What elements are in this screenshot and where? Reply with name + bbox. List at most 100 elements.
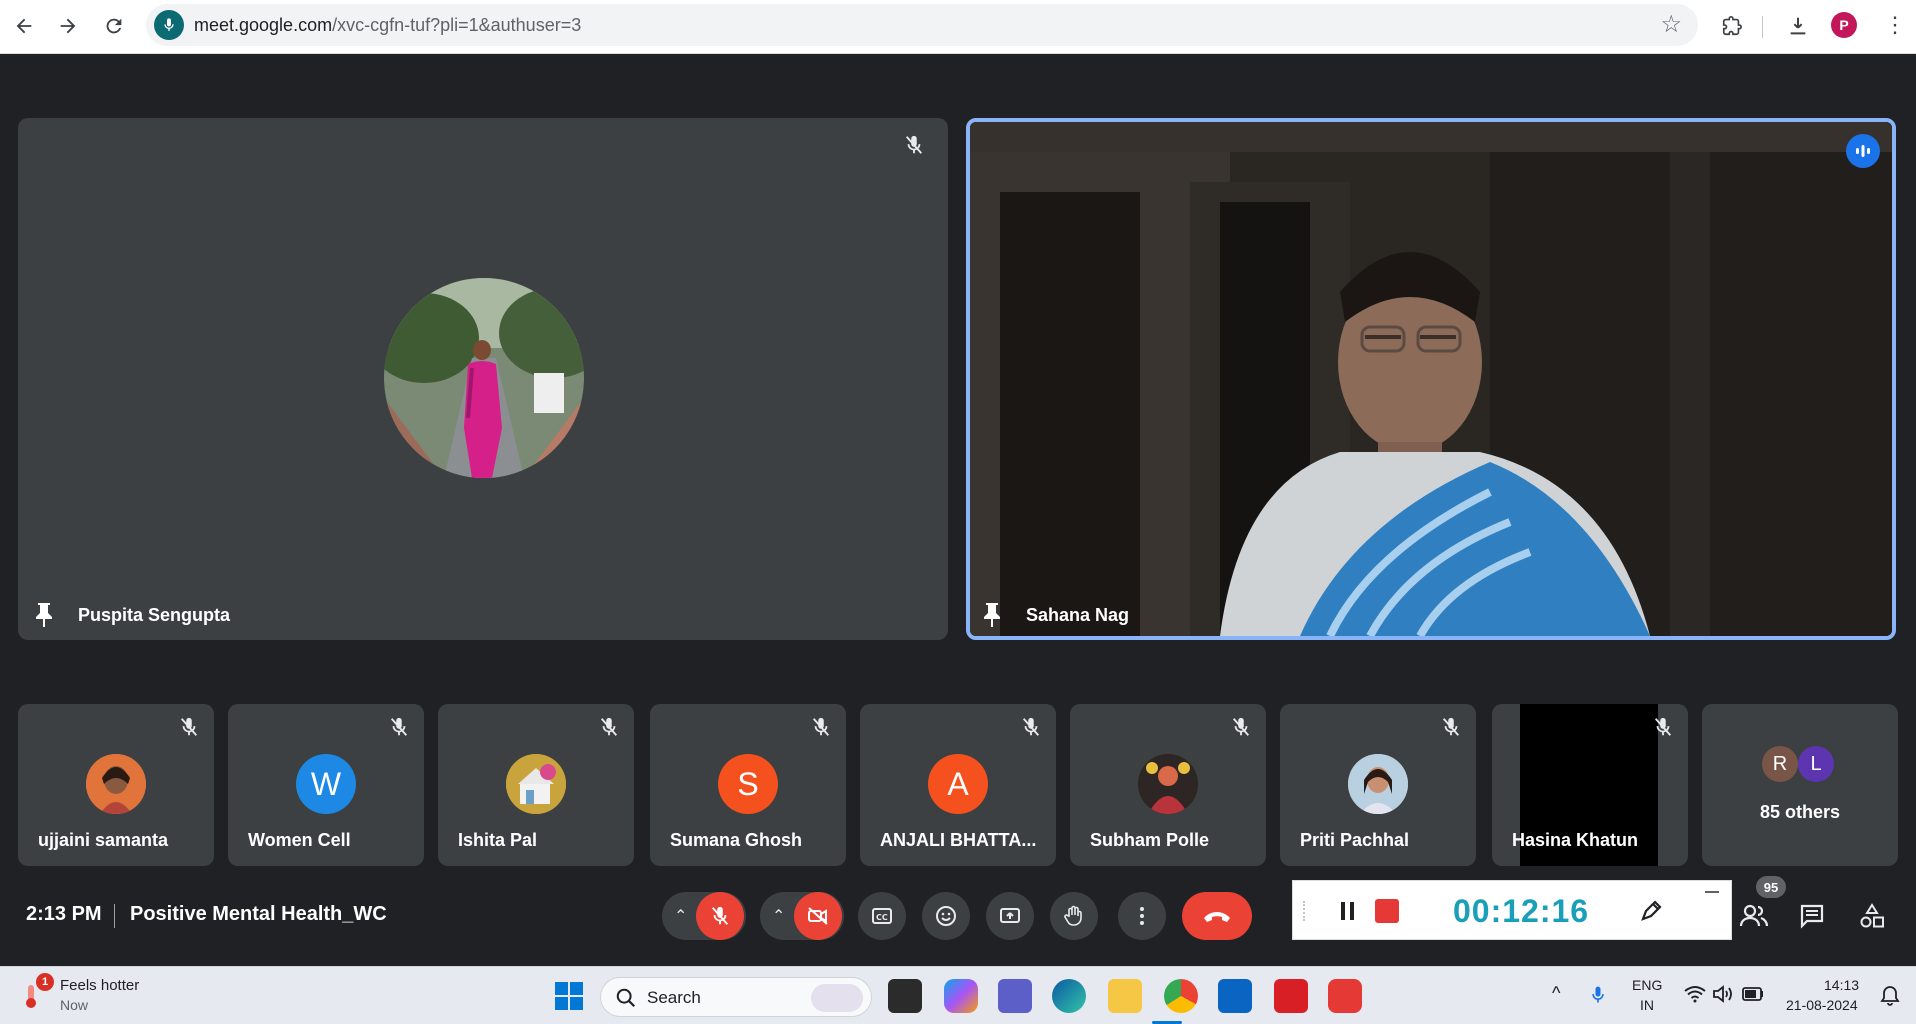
browser-toolbar: meet.google.com/xvc-cgfn-tuf?pli=1&authu…	[0, 0, 1916, 54]
participant-tile[interactable]: Subham Polle	[1070, 704, 1266, 866]
search-highlight-icon	[811, 984, 863, 1012]
recording-timer: 00:12:16	[1453, 893, 1590, 929]
svg-text:CC: CC	[876, 913, 888, 922]
participant-video	[970, 122, 1892, 636]
present-screen-button[interactable]	[986, 892, 1034, 940]
chrome-icon[interactable]	[1164, 979, 1198, 1013]
taskbar-search-box[interactable]: Search	[600, 977, 872, 1017]
taskbar-clock-time[interactable]: 14:13	[1824, 977, 1859, 993]
minimize-icon[interactable]	[1705, 891, 1719, 893]
pin-icon[interactable]	[982, 602, 1002, 628]
participant-name: ANJALI BHATTA...	[880, 830, 1037, 850]
reload-icon[interactable]	[96, 8, 132, 44]
copilot-icon[interactable]	[944, 979, 978, 1013]
chat-icon[interactable]	[1794, 898, 1830, 934]
language-indicator-top[interactable]: ENG	[1632, 977, 1662, 993]
participant-initial-avatar: S	[718, 754, 778, 814]
microphone-tray-icon[interactable]	[1588, 983, 1608, 1012]
participant-name: Hasina Khatun	[1512, 830, 1639, 850]
participant-avatar	[1138, 754, 1198, 814]
browser-menu-icon[interactable]: ⋮	[1884, 12, 1906, 38]
pen-tool-icon[interactable]	[1637, 897, 1665, 930]
muted-mic-icon	[178, 716, 200, 743]
raise-hand-button[interactable]	[1050, 892, 1098, 940]
chevron-up-tray-icon[interactable]: ^	[1552, 983, 1560, 1004]
participant-tile[interactable]: Hasina Khatun	[1492, 704, 1688, 866]
muted-mic-icon	[1440, 716, 1462, 743]
participant-name: Priti Pachhal	[1300, 830, 1410, 850]
profile-avatar[interactable]: P	[1831, 12, 1857, 38]
participant-tile[interactable]: S Sumana Ghosh	[650, 704, 846, 866]
file-explorer-icon[interactable]	[1108, 979, 1142, 1013]
microphone-site-icon[interactable]	[154, 10, 184, 40]
participant-name: Women Cell	[248, 830, 351, 850]
back-icon[interactable]	[6, 8, 42, 44]
more-options-button[interactable]	[1118, 892, 1166, 940]
participant-name: Sahana Nag	[1026, 605, 1130, 625]
wifi-icon[interactable]	[1684, 985, 1706, 1008]
participant-tile[interactable]: Priti Pachhal	[1280, 704, 1476, 866]
muted-mic-icon	[388, 716, 410, 743]
speaking-indicator-icon	[1846, 134, 1880, 168]
participant-tile[interactable]: Ishita Pal	[438, 704, 634, 866]
edge-icon[interactable]	[1052, 979, 1086, 1013]
toolbar-divider	[1762, 16, 1763, 38]
participant-initial-avatar: A	[928, 754, 988, 814]
participant-tile[interactable]: ujjaini samanta	[18, 704, 214, 866]
people-icon[interactable]	[1736, 898, 1772, 934]
weather-title[interactable]: Feels hotter	[60, 977, 139, 994]
participant-name: Subham Polle	[1090, 830, 1210, 850]
meeting-title: Positive Mental Health_WC	[130, 903, 387, 925]
participant-name: ujjaini samanta	[38, 830, 169, 850]
battery-icon[interactable]	[1742, 987, 1764, 1006]
screen-recorder-panel: 00:12:16	[1292, 880, 1732, 940]
download-icon[interactable]	[1782, 10, 1814, 42]
language-indicator-bottom: IN	[1640, 997, 1654, 1013]
participant-tile-main[interactable]: Puspita Sengupta	[18, 118, 948, 640]
participant-name: Ishita Pal	[458, 830, 538, 850]
participant-count-badge: 95	[1756, 876, 1786, 898]
weather-subtitle: Now	[60, 997, 89, 1013]
others-tile[interactable]: R L 85 others	[1702, 704, 1898, 866]
drag-handle[interactable]	[1303, 901, 1307, 921]
bookmark-star-icon[interactable]: ☆	[1660, 10, 1682, 39]
participant-avatar	[506, 754, 566, 814]
emoji-reaction-button[interactable]	[922, 892, 970, 940]
mic-off-button[interactable]	[696, 892, 744, 940]
teams-icon[interactable]	[998, 979, 1032, 1013]
forward-icon[interactable]	[50, 8, 86, 44]
chevron-up-icon[interactable]: ⌃	[772, 906, 785, 926]
volume-icon[interactable]	[1712, 985, 1734, 1008]
activities-icon[interactable]	[1854, 898, 1890, 934]
other-initial-avatar: L	[1798, 746, 1834, 782]
captions-button[interactable]: CC	[858, 892, 906, 940]
muted-mic-icon	[1020, 716, 1042, 743]
screen-recorder-app-icon[interactable]	[1328, 979, 1362, 1013]
leave-call-button[interactable]	[1182, 892, 1252, 940]
muted-mic-icon	[1652, 716, 1674, 743]
participant-tile[interactable]: W Women Cell	[228, 704, 424, 866]
search-icon	[615, 987, 637, 1014]
taskbar-clock-date: 21-08-2024	[1786, 997, 1858, 1013]
muted-mic-icon	[810, 716, 832, 743]
stop-recording-icon[interactable]	[1375, 899, 1399, 923]
task-view-icon[interactable]	[888, 979, 922, 1013]
acrobat-icon[interactable]	[1274, 979, 1308, 1013]
notification-bell-icon[interactable]	[1880, 985, 1900, 1012]
other-initial-avatar: R	[1762, 746, 1798, 782]
camera-off-button[interactable]	[794, 892, 842, 940]
chevron-up-icon[interactable]: ⌃	[674, 906, 687, 926]
pin-icon[interactable]	[34, 602, 54, 628]
participant-tile-speaker[interactable]: Sahana Nag	[966, 118, 1896, 640]
mail-icon[interactable]	[1218, 979, 1252, 1013]
pause-icon[interactable]	[1333, 897, 1363, 925]
muted-mic-icon	[899, 130, 929, 160]
address-bar[interactable]: meet.google.com/xvc-cgfn-tuf?pli=1&authu…	[146, 4, 1698, 46]
url-text: meet.google.com/xvc-cgfn-tuf?pli=1&authu…	[194, 15, 582, 35]
extensions-icon[interactable]	[1716, 10, 1748, 42]
participant-tile[interactable]: A ANJALI BHATTA...	[860, 704, 1056, 866]
participant-name: Puspita Sengupta	[78, 605, 231, 625]
windows-taskbar: 1 Feels hotter Now Search ^ ENG IN 14:13…	[0, 966, 1916, 1024]
windows-start-icon[interactable]	[554, 981, 584, 1016]
participant-avatar	[384, 278, 584, 478]
